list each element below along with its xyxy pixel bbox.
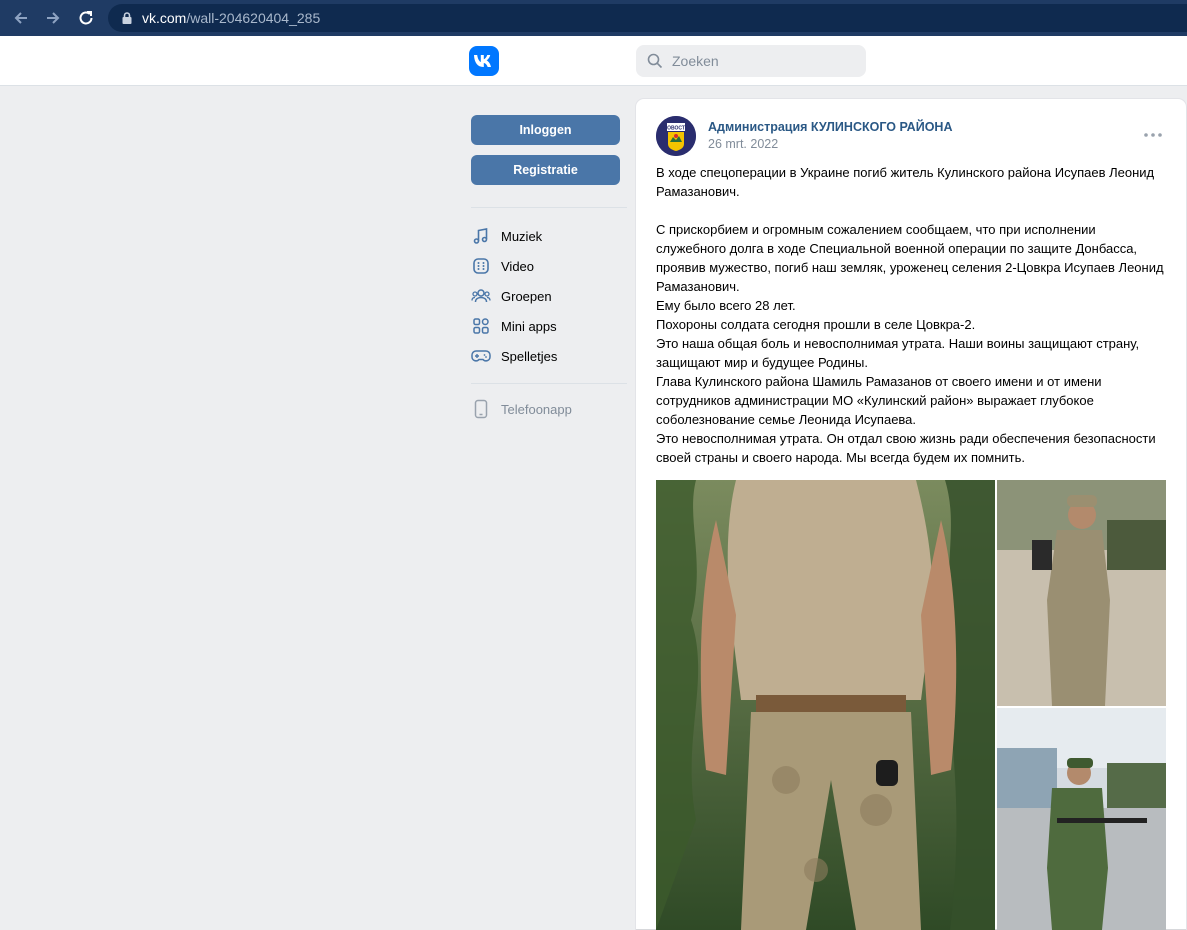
post-paragraph: В ходе спецоперации в Украине погиб жите… xyxy=(656,165,1155,199)
url-path: /wall-204620404_285 xyxy=(186,10,321,26)
more-options-button[interactable] xyxy=(1142,127,1164,143)
soldier-photo-image xyxy=(656,480,995,930)
post-date[interactable]: 26 mrt. 2022 xyxy=(708,137,778,151)
back-button[interactable] xyxy=(10,7,32,29)
arrow-left-icon xyxy=(14,12,27,24)
lock-icon xyxy=(122,12,132,24)
login-button[interactable]: Inloggen xyxy=(471,115,620,145)
post-paragraph: Это невосполнимая утрата. Он отдал свою … xyxy=(656,431,1156,465)
sidebar-item-label: Spelletjes xyxy=(501,348,558,364)
sidebar-divider xyxy=(471,383,627,384)
post-photos xyxy=(656,480,1166,930)
music-icon xyxy=(471,226,491,246)
sidebar-item-label: Groepen xyxy=(501,288,552,304)
soldier-photo-image xyxy=(997,480,1166,706)
more-dots-icon xyxy=(1144,133,1162,137)
sidebar-item-mini-apps[interactable]: Mini apps xyxy=(471,314,627,338)
site-header xyxy=(0,36,1187,86)
mini-apps-icon xyxy=(471,316,491,336)
register-button[interactable]: Registratie xyxy=(471,155,620,185)
post-paragraph: Глава Кулинского района Шамиль Рамазанов… xyxy=(656,374,1102,427)
wall-post: НОВОСТИ Администрация КУЛИНСКОГО РАЙОНА … xyxy=(636,99,1186,930)
sidebar-item-games[interactable]: Spelletjes xyxy=(471,344,627,368)
sidebar-item-phone-app[interactable]: Telefoonapp xyxy=(471,397,627,421)
post-paragraph xyxy=(656,201,1168,220)
sidebar-item-music[interactable]: Muziek xyxy=(471,224,627,248)
reload-icon xyxy=(79,11,93,25)
news-logo-icon: НОВОСТИ xyxy=(656,116,696,156)
forward-button[interactable] xyxy=(42,7,64,29)
avatar[interactable]: НОВОСТИ xyxy=(656,116,696,156)
search-icon xyxy=(647,53,663,69)
post-photo-main[interactable] xyxy=(656,480,995,930)
avatar-text: НОВОСТИ xyxy=(663,126,688,132)
arrow-right-icon xyxy=(47,12,60,24)
post-paragraph: Ему было всего 28 лет. xyxy=(656,298,796,313)
sidebar-item-label: Telefoonapp xyxy=(501,401,572,417)
post-paragraph: Это наша общая боль и невосполнимая утра… xyxy=(656,336,1140,370)
sidebar-item-video[interactable]: Video xyxy=(471,254,627,278)
phone-icon xyxy=(471,399,491,419)
post-photo-2[interactable] xyxy=(997,480,1166,706)
video-icon xyxy=(471,256,491,276)
reload-button[interactable] xyxy=(75,7,97,29)
post-author[interactable]: Администрация КУЛИНСКОГО РАЙОНА xyxy=(708,120,952,134)
sidebar-item-groups[interactable]: Groepen xyxy=(471,284,627,308)
groups-icon xyxy=(471,286,491,306)
sidebar-item-label: Mini apps xyxy=(501,318,557,334)
post-photo-3[interactable] xyxy=(997,708,1166,930)
vk-logo[interactable] xyxy=(469,46,499,76)
vk-logo-icon xyxy=(474,55,491,67)
games-icon xyxy=(471,346,491,366)
post-text: В ходе спецоперации в Украине погиб жите… xyxy=(656,163,1168,467)
post-paragraph: Похороны солдата сегодня прошли в селе Ц… xyxy=(656,317,976,332)
url-domain: vk.com xyxy=(142,10,187,26)
post-paragraph: С прискорбием и огромным сожалением сооб… xyxy=(656,222,1164,294)
sidebar-item-label: Video xyxy=(501,258,535,274)
address-bar[interactable]: vk.com/wall-204620404_285 xyxy=(108,4,1187,32)
sidebar-item-label: Muziek xyxy=(501,228,543,244)
browser-toolbar: vk.com/wall-204620404_285 xyxy=(0,0,1187,36)
search-input[interactable] xyxy=(670,52,854,70)
search-box[interactable] xyxy=(636,45,866,77)
url-text: vk.com/wall-204620404_285 xyxy=(142,10,320,26)
soldier-photo-image xyxy=(997,708,1166,930)
sidebar-divider xyxy=(471,207,627,208)
